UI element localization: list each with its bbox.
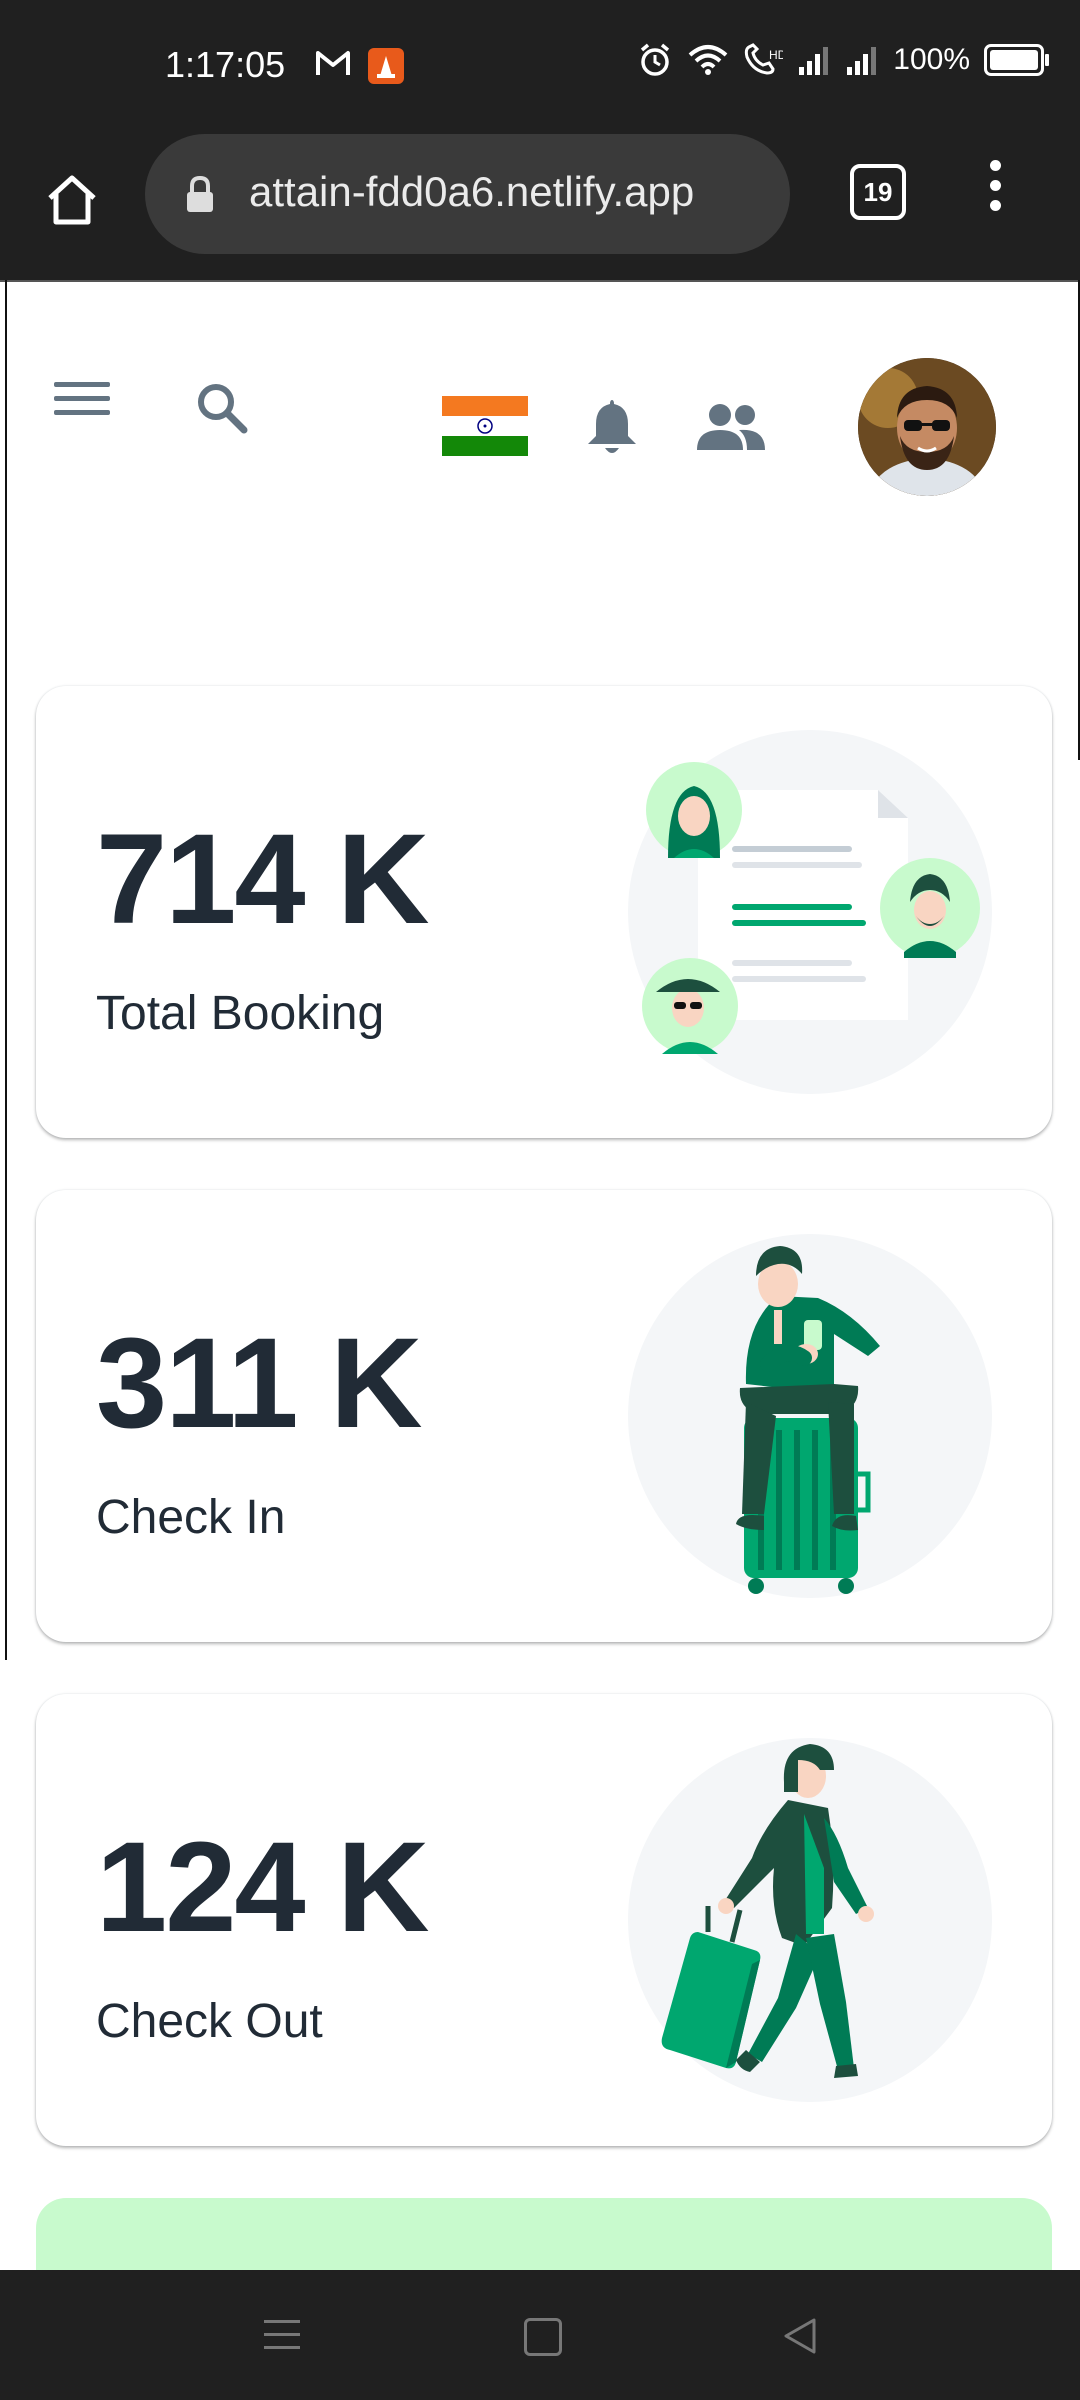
- url-text[interactable]: attain-fdd0a6.netlify.app: [249, 168, 694, 216]
- india-flag-icon[interactable]: [442, 396, 528, 456]
- stat-value: 311 K: [96, 1312, 422, 1455]
- bell-icon[interactable]: [584, 396, 640, 458]
- signal-icon-2: [847, 47, 877, 75]
- stat-card-total-booking: 714 K Total Booking: [36, 686, 1052, 1138]
- back-button[interactable]: [780, 2316, 820, 2356]
- home-icon[interactable]: [42, 170, 102, 230]
- system-navigation-bar: [0, 2270, 1080, 2400]
- avatar[interactable]: [858, 358, 996, 496]
- stat-label: Total Booking: [96, 987, 385, 1040]
- address-bar[interactable]: attain-fdd0a6.netlify.app: [145, 134, 790, 254]
- stat-label: Check In: [96, 1491, 286, 1544]
- vlc-icon: [368, 48, 404, 84]
- check-in-illustration: [628, 1234, 992, 1598]
- volte-call-icon: HD: [745, 43, 783, 75]
- stat-card-check-out: 124 K Check Out: [36, 1694, 1052, 2146]
- page-border-left: [5, 280, 7, 1660]
- check-out-illustration: [628, 1738, 992, 2102]
- home-button[interactable]: [524, 2318, 562, 2356]
- more-options-icon[interactable]: [980, 160, 1010, 224]
- tab-switcher-button[interactable]: 19: [850, 164, 906, 220]
- people-icon[interactable]: [695, 402, 767, 452]
- stat-card-check-in: 311 K Check In: [36, 1190, 1052, 1642]
- battery-percentage: 100%: [893, 43, 970, 76]
- menu-icon[interactable]: [54, 382, 110, 424]
- stat-label: Check Out: [96, 1995, 323, 2048]
- battery-icon: [984, 44, 1049, 76]
- lock-icon: [187, 176, 213, 212]
- recent-apps-button[interactable]: [264, 2320, 300, 2359]
- wifi-icon: [688, 45, 728, 75]
- booking-illustration: [628, 730, 992, 1094]
- stat-card-green-partial: [36, 2198, 1052, 2270]
- status-time: 1:17:05: [165, 44, 286, 85]
- page-border-top: [0, 280, 1080, 282]
- alarm-icon: [641, 43, 670, 76]
- svg-text:HD: HD: [769, 48, 783, 62]
- search-icon[interactable]: [192, 378, 252, 438]
- web-page: 714 K Total Booking 311 K Check In 124 K…: [0, 280, 1080, 2270]
- gmail-icon: [316, 51, 350, 75]
- signal-icon-1: [799, 47, 829, 75]
- stat-value: 124 K: [96, 1816, 430, 1959]
- stat-value: 714 K: [96, 808, 430, 951]
- browser-toolbar: attain-fdd0a6.netlify.app 19: [0, 130, 1080, 280]
- status-bar: 1:17:05 HD 100%: [0, 0, 1080, 130]
- app-header: [0, 320, 1080, 496]
